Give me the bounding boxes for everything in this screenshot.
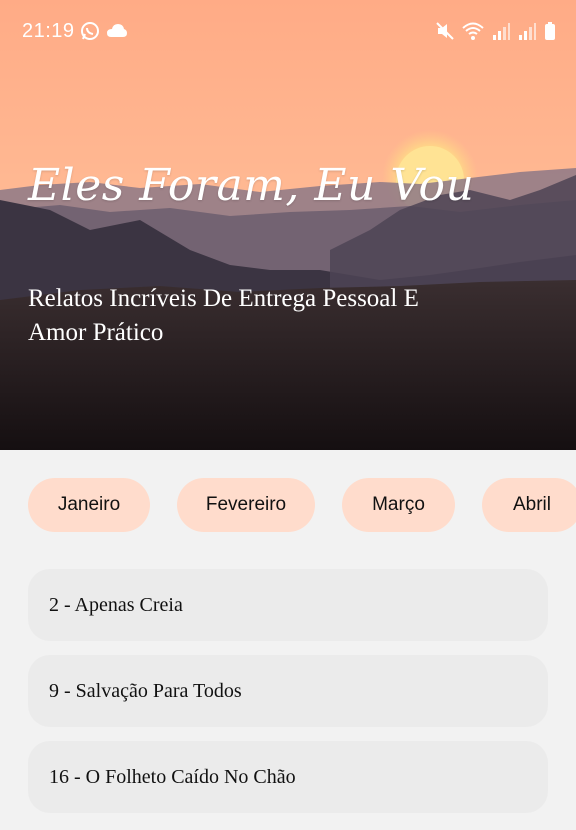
battery-icon bbox=[545, 22, 555, 40]
hero-banner: 21:19 Eles Foram, Eu Vou Relatos Incríve… bbox=[0, 0, 576, 450]
signal-icon bbox=[493, 23, 510, 40]
tab-fevereiro[interactable]: Fevereiro bbox=[177, 478, 315, 532]
wifi-icon bbox=[462, 22, 484, 40]
tab-janeiro[interactable]: Janeiro bbox=[28, 478, 150, 532]
hero-subtitle: Relatos Incríveis De Entrega Pessoal E A… bbox=[28, 285, 419, 346]
mute-vibrate-icon bbox=[436, 22, 454, 40]
list-item[interactable]: 2 - Apenas Creia bbox=[28, 569, 548, 641]
list-item[interactable]: 9 - Salvação Para Todos bbox=[28, 655, 548, 727]
entries-list: 2 - Apenas Creia 9 - Salvação Para Todos… bbox=[28, 569, 548, 827]
tab-abril[interactable]: Abril bbox=[482, 478, 576, 532]
tab-marco[interactable]: Março bbox=[342, 478, 455, 532]
status-bar: 21:19 bbox=[0, 0, 576, 64]
sunset-mountains-image bbox=[0, 0, 576, 450]
month-tabs: Janeiro Fevereiro Março Abril bbox=[28, 478, 576, 532]
cloud-icon bbox=[107, 24, 127, 37]
whatsapp-icon bbox=[81, 22, 99, 40]
signal-icon bbox=[519, 23, 536, 40]
hero-title: Eles Foram, Eu Vou bbox=[28, 160, 475, 211]
status-time: 21:19 bbox=[22, 20, 75, 42]
list-item[interactable]: 16 - O Folheto Caído No Chão bbox=[28, 741, 548, 813]
